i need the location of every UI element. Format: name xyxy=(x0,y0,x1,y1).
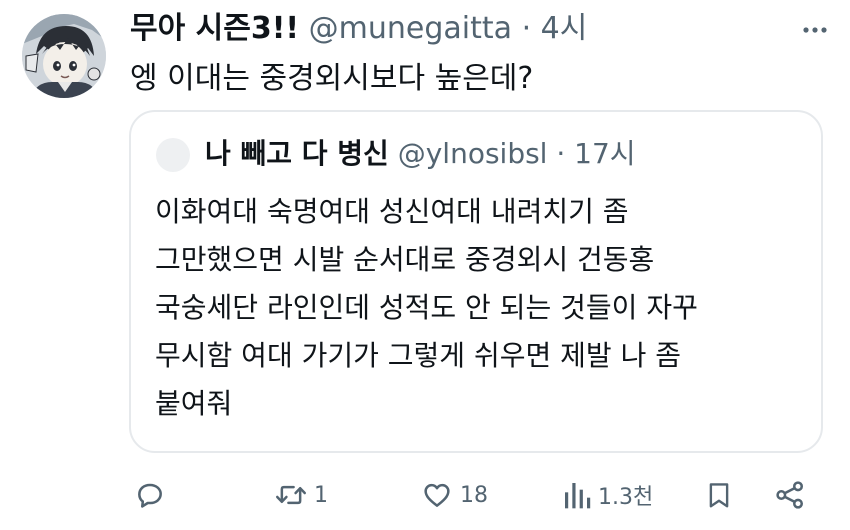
more-options-button[interactable] xyxy=(800,14,830,44)
retweet-icon xyxy=(276,485,306,505)
quoted-text-line: 이화여대 숙명여대 성신여대 내려치기 좀 xyxy=(155,195,629,228)
tweet-header: 무아 시즌3!! @munegaitta · 4시 xyxy=(130,8,587,50)
quoted-text-line: 붙여줘 xyxy=(155,387,233,420)
retweet-count: 1 xyxy=(314,482,328,508)
quoted-header: 나 빼고 다 병신 @ylnosibsl · 17시 xyxy=(205,132,636,176)
quoted-avatar[interactable] xyxy=(156,138,190,172)
bookmark-icon xyxy=(709,483,729,508)
quoted-text-line: 무시함 여대 가기가 그렇게 쉬우면 제발 나 좀 xyxy=(155,339,681,372)
quoted-separator: · xyxy=(556,137,566,170)
retweet-button[interactable]: 1 xyxy=(274,474,328,516)
bookmark-button[interactable] xyxy=(704,474,734,516)
views-button[interactable]: 1.3천 xyxy=(562,474,653,516)
avatar[interactable] xyxy=(22,14,106,98)
anime-boy-avatar-icon xyxy=(22,14,106,98)
quoted-display-name: 나 빼고 다 병신 xyxy=(205,137,389,170)
share-icon xyxy=(776,481,803,509)
header-separator: · xyxy=(521,11,532,46)
like-button[interactable]: 18 xyxy=(420,474,488,516)
reply-bubble-icon xyxy=(138,483,162,508)
tweet-timestamp[interactable]: 4시 xyxy=(541,11,588,46)
views-count: 1.3천 xyxy=(598,485,654,510)
quoted-text-line: 국숭세단 라인인데 성적도 안 되는 것들이 자꾸 xyxy=(155,291,698,324)
quoted-text-line: 그만했으면 시발 순서대로 중경외시 건동홍 xyxy=(155,243,655,276)
more-dots-icon xyxy=(803,27,827,33)
user-handle[interactable]: @munegaitta xyxy=(309,11,512,46)
views-bar-chart-icon xyxy=(565,483,591,509)
share-button[interactable] xyxy=(774,474,806,516)
quoted-tweet-card[interactable]: 나 빼고 다 병신 @ylnosibsl · 17시 이화여대 숙명여대 성신여… xyxy=(129,110,823,453)
quoted-text: 이화여대 숙명여대 성신여대 내려치기 좀 그만했으면 시발 순서대로 중경외시… xyxy=(155,188,698,428)
quoted-handle: @ylnosibsl xyxy=(397,137,548,170)
like-count: 18 xyxy=(460,482,488,508)
heart-icon xyxy=(424,483,450,507)
quoted-timestamp: 17시 xyxy=(574,137,636,170)
display-name[interactable]: 무아 시즌3!! xyxy=(130,11,299,46)
action-bar: 1 18 1.3천 xyxy=(0,470,850,520)
reply-button[interactable] xyxy=(134,474,172,516)
tweet-text: 엥 이대는 중경외시보다 높은데? xyxy=(130,61,534,96)
